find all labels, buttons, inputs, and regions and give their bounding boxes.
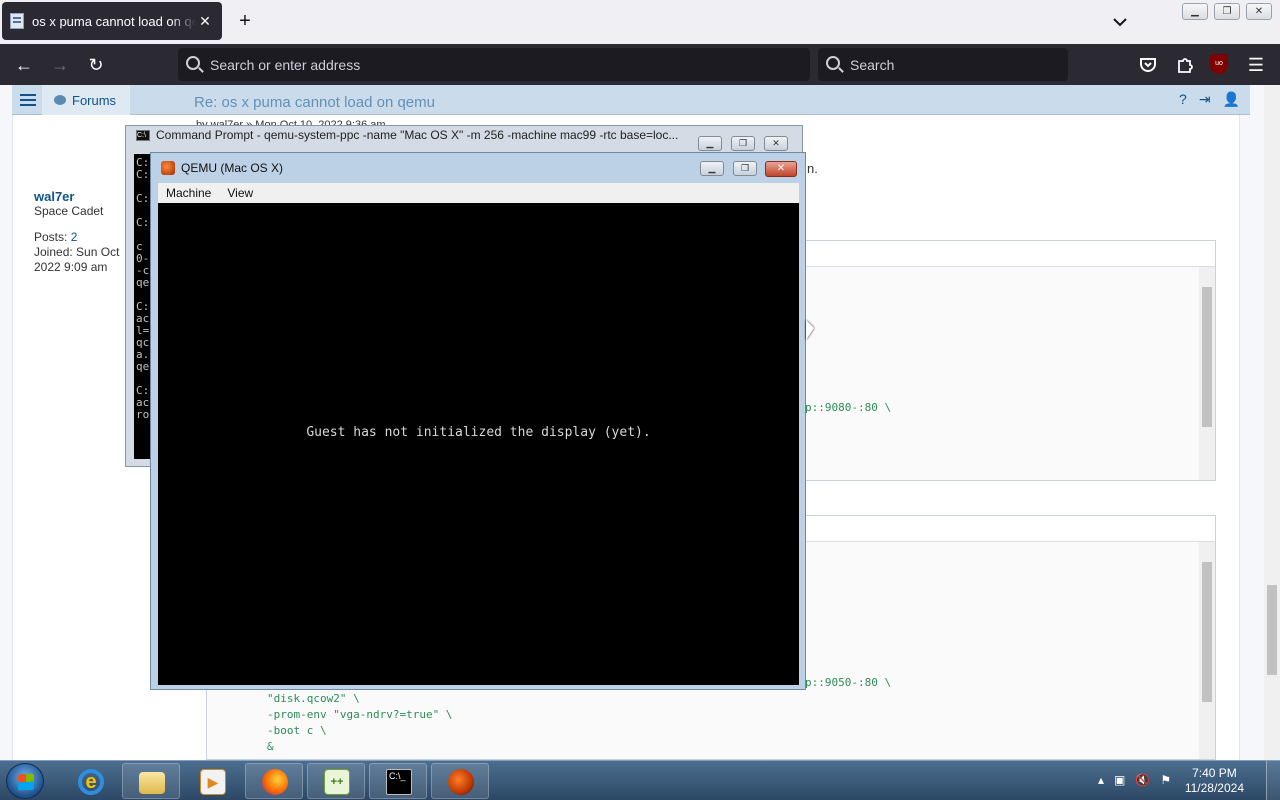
- qemu-display[interactable]: Guest has not initialized the display (y…: [158, 203, 799, 685]
- pocket-icon[interactable]: [1138, 55, 1158, 75]
- back-arrow-icon[interactable]: ←: [13, 54, 35, 76]
- chat-bubble-icon: [54, 95, 66, 105]
- code-line: "disk.qcow2" \: [267, 692, 360, 705]
- menu-machine[interactable]: Machine: [166, 186, 211, 200]
- cmd-minimize-button[interactable]: ▁: [698, 136, 722, 151]
- taskbar-firefox[interactable]: [245, 763, 303, 799]
- search-bar-placeholder: Search: [850, 56, 895, 73]
- command-prompt-title: Command Prompt - qemu-system-ppc -name "…: [156, 128, 679, 142]
- qemu-menubar: Machine View: [158, 183, 799, 203]
- joined-date-line2: 2022 9:09 am: [34, 260, 108, 274]
- page-scrollbar[interactable]: [1264, 85, 1280, 760]
- tray-icons: ▴ ▣ 🔇 ⚑: [1098, 773, 1171, 787]
- menu-view[interactable]: View: [227, 186, 253, 200]
- code-line: -boot c \: [267, 724, 327, 737]
- code-line: p::9080-:80 \: [805, 401, 892, 414]
- qemu-window-title: QEMU (Mac OS X): [181, 161, 284, 175]
- taskbar: e ▶ ++ C:\_ ▴ ▣ 🔇 ⚑ 7:40 PM 11/28/2024: [0, 760, 1280, 800]
- code-scrollbar[interactable]: [1199, 542, 1215, 759]
- list-all-tabs-chevron-down-icon[interactable]: [1110, 12, 1130, 32]
- system-clock[interactable]: 7:40 PM 11/28/2024: [1185, 766, 1244, 796]
- url-bar-placeholder: Search or enter address: [210, 56, 361, 73]
- ublock-origin-icon[interactable]: uo: [1210, 54, 1228, 74]
- posts-label: Posts:: [34, 230, 68, 244]
- poster-username[interactable]: wal7er: [34, 189, 119, 204]
- tab-strip: os x puma cannot load on qemu ✕ + ▁ ❐ ✕: [0, 0, 1280, 44]
- taskbar-internet-explorer[interactable]: e: [61, 763, 119, 799]
- show-hidden-icons-chevron-up-icon[interactable]: ▴: [1098, 773, 1104, 787]
- tab-title: os x puma cannot load on qemu: [32, 13, 196, 29]
- joined-date: Sun Oct: [76, 245, 120, 259]
- code-line: p::9050-:80 \: [805, 676, 892, 689]
- folder-icon: [139, 772, 165, 794]
- forward-arrow-icon[interactable]: →: [49, 54, 71, 76]
- url-bar[interactable]: Search or enter address: [178, 48, 810, 81]
- extensions-puzzle-icon[interactable]: [1175, 55, 1195, 75]
- browser-restore-button[interactable]: ❐: [1214, 3, 1240, 20]
- page-favicon-icon: [10, 13, 24, 29]
- taskbar-qemu[interactable]: [431, 763, 489, 799]
- notepad-plus-plus-icon: ++: [324, 769, 350, 795]
- system-tray: ▴ ▣ 🔇 ⚑ 7:40 PM 11/28/2024: [1090, 761, 1280, 800]
- cmd-icon: C:\: [136, 129, 150, 141]
- start-button-windows-icon[interactable]: [6, 763, 44, 799]
- clock-date: 11/28/2024: [1184, 781, 1244, 795]
- display-status-message: Guest has not initialized the display (y…: [306, 425, 651, 440]
- poster-profile: wal7er Space Cadet Posts: 2 Joined: Sun …: [34, 189, 119, 275]
- help-icon[interactable]: ?: [1179, 91, 1187, 108]
- cmd-maximize-button[interactable]: ❐: [731, 136, 755, 151]
- qemu-close-button[interactable]: ✕: [765, 161, 797, 177]
- tab-close-icon[interactable]: ✕: [196, 13, 214, 30]
- search-bar[interactable]: Search: [818, 48, 1068, 81]
- qemu-logo-icon: [161, 161, 175, 175]
- code-line: -prom-env "vga-ndrv?=true" \: [267, 708, 453, 721]
- taskbar-file-explorer[interactable]: [122, 763, 180, 799]
- qemu-maximize-button[interactable]: ❐: [733, 161, 757, 176]
- post-title[interactable]: Re: os x puma cannot load on qemu: [194, 94, 435, 111]
- taskbar-media-player[interactable]: ▶: [183, 763, 241, 799]
- search-icon: [186, 56, 200, 70]
- search-icon: [826, 56, 840, 70]
- code-line: &: [267, 740, 274, 753]
- taskbar-command-prompt[interactable]: C:\_: [369, 763, 427, 799]
- browser-close-button[interactable]: ✕: [1246, 3, 1272, 20]
- code-scrollbar[interactable]: [1199, 267, 1215, 480]
- poster-rank: Space Cadet: [34, 204, 104, 218]
- cmd-icon: C:\_: [386, 769, 412, 795]
- forums-label: Forums: [72, 92, 117, 108]
- media-player-icon: ▶: [200, 769, 226, 795]
- app-menu-hamburger-icon[interactable]: ☰: [1245, 54, 1267, 76]
- joined-label: Joined:: [34, 245, 73, 259]
- cmd-close-button[interactable]: ✕: [764, 136, 788, 151]
- action-center-flag-icon[interactable]: ▣: [1114, 773, 1125, 787]
- browser-tab-active[interactable]: os x puma cannot load on qemu ✕: [2, 2, 222, 40]
- internet-explorer-icon: e: [78, 769, 104, 795]
- reload-icon[interactable]: ↻: [85, 54, 107, 76]
- qemu-logo-icon: [448, 769, 474, 795]
- forum-menu-icon[interactable]: [20, 91, 36, 109]
- new-tab-button[interactable]: +: [234, 10, 256, 32]
- post-text-fragment: n.: [807, 161, 818, 176]
- navigation-toolbar: ← → ↻ Search or enter address Search uo …: [0, 44, 1280, 85]
- mouse-cursor-icon: [806, 320, 814, 340]
- login-icon[interactable]: ⇥: [1199, 91, 1211, 108]
- firefox-icon: [262, 769, 288, 795]
- header-icons: ? ⇥ 👤: [1179, 91, 1240, 108]
- qemu-window[interactable]: QEMU (Mac OS X) ▁ ❐ ✕ Machine View Guest…: [150, 152, 806, 690]
- register-icon[interactable]: 👤: [1223, 91, 1240, 108]
- taskbar-notepad-plus-plus[interactable]: ++: [307, 763, 365, 799]
- forums-link[interactable]: Forums: [42, 85, 130, 115]
- volume-muted-icon[interactable]: 🔇: [1135, 773, 1150, 787]
- qemu-minimize-button[interactable]: ▁: [700, 161, 724, 176]
- clock-time: 7:40 PM: [1192, 766, 1237, 780]
- posts-count[interactable]: 2: [71, 230, 78, 244]
- browser-minimize-button[interactable]: ▁: [1182, 3, 1208, 20]
- network-flag-icon[interactable]: ⚑: [1160, 773, 1171, 787]
- show-desktop-button[interactable]: [1266, 761, 1280, 800]
